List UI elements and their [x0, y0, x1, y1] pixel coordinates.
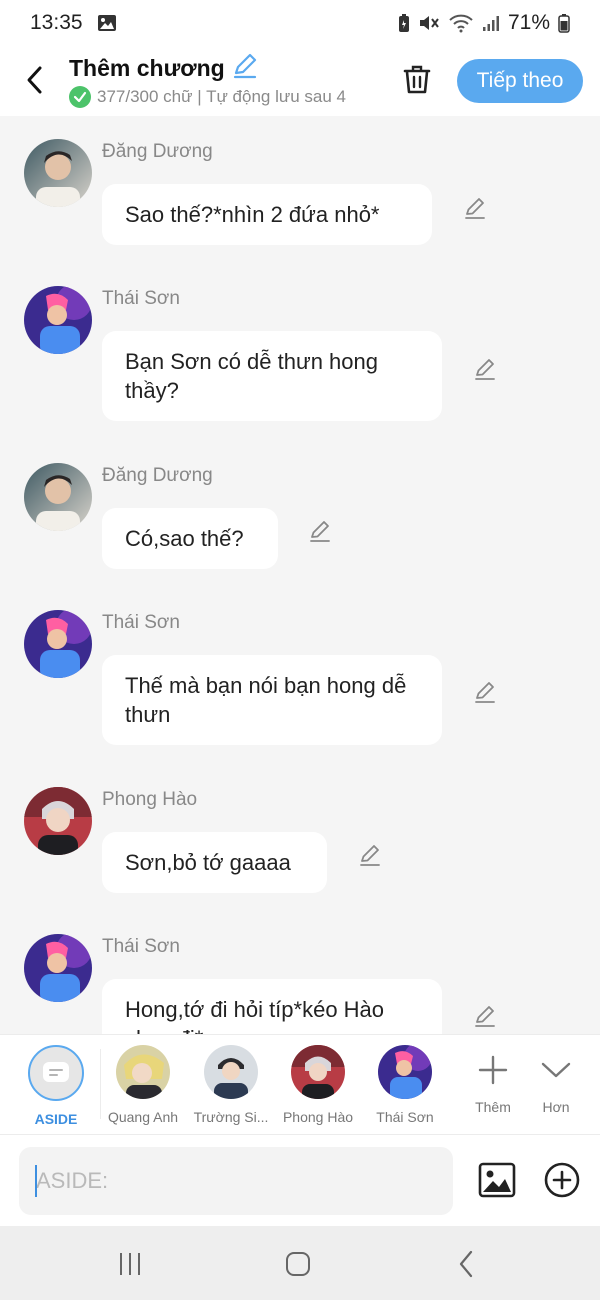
home-icon	[286, 1252, 310, 1276]
pencil-icon	[233, 53, 256, 79]
add-character-label: Thêm	[475, 1099, 511, 1115]
delete-button[interactable]	[400, 60, 434, 98]
message-input-box[interactable]	[19, 1147, 453, 1215]
character-chip-label: Quang Anh	[107, 1109, 179, 1125]
message-list[interactable]: Đăng Dương Sao thế?*nhìn 2 đứa nhỏ* Thái…	[0, 116, 600, 1034]
more-button[interactable]: Hơn	[526, 1047, 586, 1115]
edit-title-button[interactable]	[231, 52, 259, 85]
aside-avatar	[28, 1045, 84, 1101]
character-chip[interactable]: Phong Hào	[276, 1045, 360, 1125]
status-bar: 13:35 71%	[0, 0, 600, 46]
avatar[interactable]	[24, 787, 92, 855]
avatar	[378, 1045, 432, 1099]
character-chip[interactable]: Thái Sơn	[363, 1045, 447, 1125]
edit-message-icon[interactable]	[462, 195, 488, 221]
sender-name: Phong Hào	[102, 789, 198, 810]
battery-saver-icon	[398, 13, 410, 33]
battery-icon	[558, 13, 570, 33]
next-button[interactable]: Tiếp theo	[457, 59, 583, 103]
recent-apps-icon	[120, 1253, 140, 1275]
title-row: Thêm chương	[69, 52, 259, 85]
add-circle-icon[interactable]	[543, 1161, 581, 1199]
message-bubble[interactable]: Hong,tớ đi hỏi típ*kéo Hào chạy đi*	[102, 979, 442, 1034]
message-bubble[interactable]: Sao thế?*nhìn 2 đứa nhỏ*	[102, 184, 432, 245]
composer-bar	[0, 1134, 600, 1226]
image-icon[interactable]	[478, 1161, 516, 1199]
character-chip[interactable]: Quang Anh	[101, 1045, 185, 1125]
back-button[interactable]	[18, 60, 52, 100]
home-button[interactable]	[278, 1244, 318, 1284]
battery-percent: 71%	[507, 11, 550, 34]
character-chip-label: Phong Hào	[282, 1109, 354, 1125]
avatar[interactable]	[24, 463, 92, 531]
message-input[interactable]	[19, 1147, 453, 1215]
plus-icon	[478, 1055, 508, 1085]
app-header: Thêm chương 377/300 chữ | Tự động lưu sa…	[0, 46, 600, 116]
signal-icon	[482, 14, 500, 32]
wifi-icon	[448, 13, 474, 33]
page-title: Thêm chương	[69, 55, 225, 81]
avatar[interactable]	[24, 934, 92, 1002]
edit-message-icon[interactable]	[472, 679, 498, 705]
text-caret	[35, 1165, 37, 1197]
sender-name: Thái Sơn	[102, 288, 180, 309]
chevron-down-icon	[541, 1062, 571, 1078]
more-label: Hơn	[542, 1099, 570, 1115]
back-arrow-icon	[459, 1250, 473, 1278]
character-chip-aside[interactable]: ASIDE	[14, 1045, 98, 1127]
sender-name: Thái Sơn	[102, 936, 180, 957]
message-bubble[interactable]: Có,sao thế?	[102, 508, 278, 569]
sender-name: Đăng Dương	[102, 465, 213, 486]
mute-icon	[418, 13, 440, 33]
edit-message-icon[interactable]	[307, 518, 333, 544]
edit-message-icon[interactable]	[472, 356, 498, 382]
message-bubble[interactable]: Thế mà bạn nói bạn hong dễ thưn	[102, 655, 442, 745]
add-character-button[interactable]: Thêm	[463, 1047, 523, 1115]
check-icon	[69, 86, 91, 108]
character-chip-label: Thái Sơn	[376, 1109, 434, 1125]
status-time: 13:35	[30, 11, 83, 34]
word-count-status: 377/300 chữ | Tự động lưu sau 4	[97, 87, 347, 106]
message-bubble[interactable]: Sơn,bỏ tớ gaaaa	[102, 832, 327, 893]
avatar	[204, 1045, 258, 1099]
gallery-notification-icon	[97, 14, 117, 32]
system-nav-bar	[0, 1226, 600, 1300]
avatar	[291, 1045, 345, 1099]
chevron-left-icon	[27, 66, 42, 94]
save-status-row: 377/300 chữ | Tự động lưu sau 4	[69, 86, 375, 108]
sender-name: Đăng Dương	[102, 141, 213, 162]
avatar[interactable]	[24, 610, 92, 678]
avatar[interactable]	[24, 139, 92, 207]
character-chip-label: ASIDE	[34, 1111, 78, 1127]
sender-name: Thái Sơn	[102, 612, 180, 633]
edit-message-icon[interactable]	[357, 842, 383, 868]
avatar	[116, 1045, 170, 1099]
character-chip-label: Trường Si...	[193, 1109, 269, 1125]
avatar[interactable]	[24, 286, 92, 354]
character-picker: ASIDE Quang Anh Trường Si... Phong Hào T…	[0, 1034, 600, 1134]
message-bubble[interactable]: Bạn Sơn có dễ thưn hong thầy?	[102, 331, 442, 421]
edit-message-icon[interactable]	[472, 1003, 498, 1029]
recent-apps-button[interactable]	[110, 1244, 150, 1284]
system-back-button[interactable]	[446, 1244, 486, 1284]
chat-bubble-icon	[43, 1062, 69, 1082]
character-chip[interactable]: Trường Si...	[189, 1045, 273, 1125]
trash-icon	[403, 65, 431, 94]
